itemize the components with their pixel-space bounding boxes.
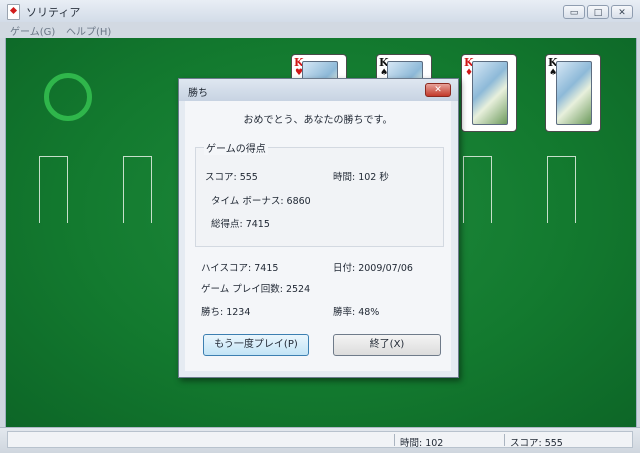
congrats-message: おめでとう、あなたの勝ちです。 (243, 115, 393, 126)
score-value: スコア: 555 (205, 172, 258, 183)
win-rate-value: 勝率: 48% (333, 307, 380, 318)
score-group: ゲームの得点 スコア: 555 時間: 102 秒 タイム ボーナス: 6860… (195, 140, 444, 247)
dialog-close-button[interactable]: ✕ (425, 83, 451, 97)
menu-help[interactable]: ヘルプ(H) (66, 23, 111, 38)
menu-bar: ゲーム(G) ヘルプ(H) (0, 22, 640, 38)
status-time: 時間: 102 (400, 438, 444, 449)
status-bar-panel: 時間: 102 スコア: 555 (7, 431, 633, 449)
tableau-slot[interactable] (547, 156, 576, 223)
tableau-slot[interactable] (123, 156, 152, 223)
card-king-art (556, 61, 592, 125)
high-score-value: ハイスコア: 7415 (201, 263, 279, 274)
dialog-title-bar: 勝ち ✕ (179, 79, 458, 101)
foundation-card[interactable]: K ♠ (545, 54, 601, 132)
score-group-title: ゲームの得点 (204, 140, 268, 155)
dialog-body: おめでとう、あなたの勝ちです。 ゲームの得点 スコア: 555 時間: 102 … (185, 101, 451, 371)
status-score: スコア: 555 (510, 438, 563, 449)
close-window-button[interactable]: ✕ (611, 5, 633, 19)
solitaire-app-icon (7, 4, 20, 20)
total-score-value: 総得点: 7415 (211, 219, 270, 230)
tableau-slot[interactable] (463, 156, 492, 223)
wins-value: 勝ち: 1234 (201, 307, 251, 318)
exit-button[interactable]: 終了(X) (333, 334, 441, 356)
games-played-value: ゲーム プレイ回数: 2524 (201, 284, 311, 295)
time-bonus-value: タイム ボーナス: 6860 (211, 196, 311, 207)
status-separator (504, 434, 505, 446)
tableau-slot[interactable] (39, 156, 68, 223)
status-separator (394, 434, 395, 446)
dialog-title: 勝ち (188, 88, 208, 99)
menu-game[interactable]: ゲーム(G) (10, 23, 55, 38)
time-value: 時間: 102 秒 (333, 172, 389, 183)
play-again-button[interactable]: もう一度プレイ(P) (203, 334, 309, 356)
window-title: ソリティア (26, 6, 81, 19)
stock-redeal-icon[interactable] (44, 73, 92, 121)
date-value: 日付: 2009/07/06 (333, 263, 413, 274)
maximize-button[interactable]: □ (587, 5, 609, 19)
status-bar: 時間: 102 スコア: 555 (0, 427, 640, 453)
title-bar: ソリティア ▭ □ ✕ (0, 0, 640, 23)
minimize-button[interactable]: ▭ (563, 5, 585, 19)
card-king-art (472, 61, 508, 125)
win-dialog: 勝ち ✕ おめでとう、あなたの勝ちです。 ゲームの得点 スコア: 555 時間:… (178, 78, 459, 378)
foundation-card[interactable]: K ♦ (461, 54, 517, 132)
